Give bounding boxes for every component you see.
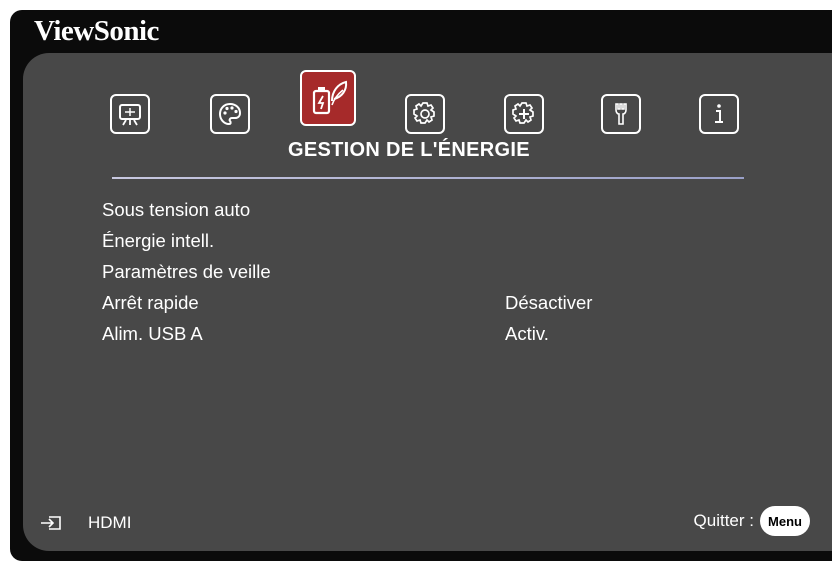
menu-item-usb-a-power[interactable]: Alim. USB A Activ. (102, 323, 702, 349)
brand-logo: ViewSonic (34, 15, 159, 47)
tab-system[interactable] (601, 94, 641, 134)
title-divider (112, 177, 744, 179)
menu-item-label: Alim. USB A (102, 323, 203, 344)
info-icon (715, 104, 723, 123)
menu-item-label: Arrêt rapide (102, 292, 199, 313)
gear-icon (413, 102, 435, 124)
quit-label: Quitter : (693, 511, 754, 530)
display-icon (119, 104, 141, 126)
advanced-gear-icon (512, 102, 534, 124)
tab-image[interactable] (210, 94, 250, 134)
menu-item-value: Désactiver (505, 292, 593, 313)
menu-item-auto-power-on[interactable]: Sous tension auto (102, 199, 702, 225)
menu-item-label: Sous tension auto (102, 199, 251, 220)
wrench-icon (615, 103, 627, 125)
section-title: GESTION DE L'ÉNERGIE (288, 139, 530, 161)
tab-power-management[interactable] (300, 70, 356, 126)
menu-button[interactable]: Menu (760, 506, 810, 536)
menu-item-standby-settings[interactable]: Paramètres de veille (102, 261, 702, 287)
quit-hint: Quitter : Menu (693, 506, 810, 536)
menu-item-quick-power-off[interactable]: Arrêt rapide Désactiver (102, 292, 702, 318)
input-source: HDMI (40, 512, 131, 534)
menu-item-value: Activ. (505, 323, 549, 344)
tab-information[interactable] (699, 94, 739, 134)
input-source-icon (41, 516, 61, 530)
tab-display[interactable] (110, 94, 150, 134)
menu-item-label: Énergie intell. (102, 230, 215, 251)
menu-item-label: Paramètres de veille (102, 261, 271, 282)
tab-basic[interactable] (405, 94, 445, 134)
menu-item-smart-energy[interactable]: Énergie intell. (102, 230, 702, 256)
power-leaf-icon (312, 80, 348, 115)
palette-icon (218, 102, 242, 126)
source-label: HDMI (88, 513, 132, 532)
tab-advanced[interactable] (504, 94, 544, 134)
